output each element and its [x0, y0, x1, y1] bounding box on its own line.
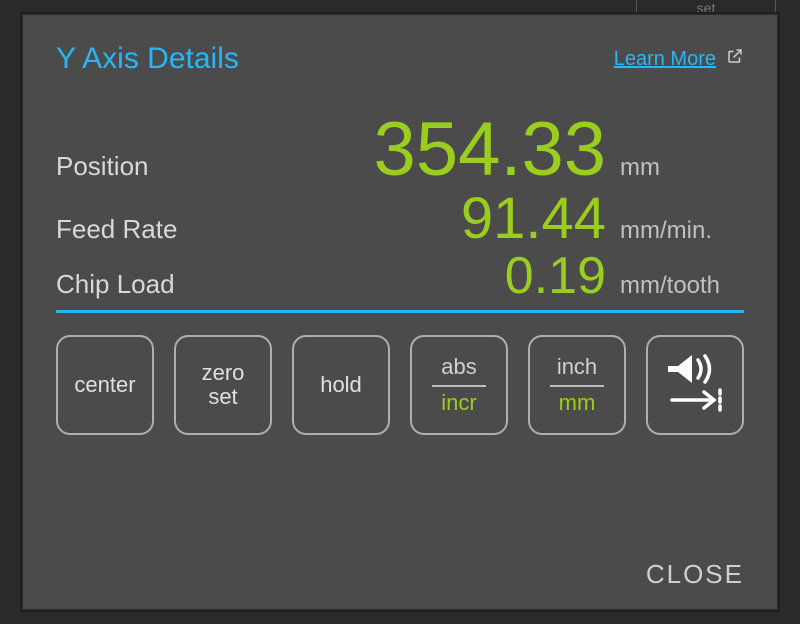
center-button-label: center — [74, 373, 135, 397]
mode-option-incr: incr — [441, 391, 476, 415]
feed-rate-value: 91.44 — [304, 190, 606, 248]
units-option-mm: mm — [559, 391, 596, 415]
position-row: Position 354.33 mm — [56, 112, 744, 188]
speaker-arrow-icon — [662, 352, 728, 417]
position-label: Position — [56, 151, 296, 182]
feed-rate-label: Feed Rate — [56, 214, 296, 245]
section-divider — [56, 310, 744, 313]
readout-rows: Position 354.33 mm Feed Rate 91.44 mm/mi… — [56, 112, 744, 302]
zero-set-line1: zero — [202, 361, 245, 385]
feed-rate-row: Feed Rate 91.44 mm/min. — [56, 190, 744, 248]
learn-more-link[interactable]: Learn More — [614, 47, 744, 71]
chip-load-label: Chip Load — [56, 269, 296, 300]
button-row: center zero set hold abs incr inch mm — [56, 335, 744, 435]
learn-more-label: Learn More — [614, 48, 716, 71]
external-link-icon — [726, 47, 744, 71]
zero-set-button[interactable]: zero set — [174, 335, 272, 435]
chip-load-row: Chip Load 0.19 mm/tooth — [56, 250, 744, 302]
y-axis-details-panel: Y Axis Details Learn More Position 354.3… — [20, 12, 780, 612]
hold-button-label: hold — [320, 373, 362, 397]
feed-rate-unit: mm/min. — [614, 217, 744, 245]
hold-button[interactable]: hold — [292, 335, 390, 435]
panel-title: Y Axis Details — [56, 42, 239, 76]
toggle-separator — [550, 385, 605, 387]
mode-option-abs: abs — [441, 355, 476, 379]
panel-footer: CLOSE — [56, 529, 744, 590]
chip-load-unit: mm/tooth — [614, 272, 744, 300]
panel-header: Y Axis Details Learn More — [56, 42, 744, 76]
abs-incr-toggle[interactable]: abs incr — [410, 335, 508, 435]
position-unit: mm — [614, 154, 744, 182]
chip-load-value: 0.19 — [304, 250, 606, 302]
close-button[interactable]: CLOSE — [646, 559, 744, 590]
position-value: 354.33 — [304, 112, 606, 188]
speak-position-button[interactable] — [646, 335, 744, 435]
center-button[interactable]: center — [56, 335, 154, 435]
inch-mm-toggle[interactable]: inch mm — [528, 335, 626, 435]
units-option-inch: inch — [557, 355, 597, 379]
toggle-separator — [432, 385, 487, 387]
zero-set-line2: set — [208, 385, 237, 409]
